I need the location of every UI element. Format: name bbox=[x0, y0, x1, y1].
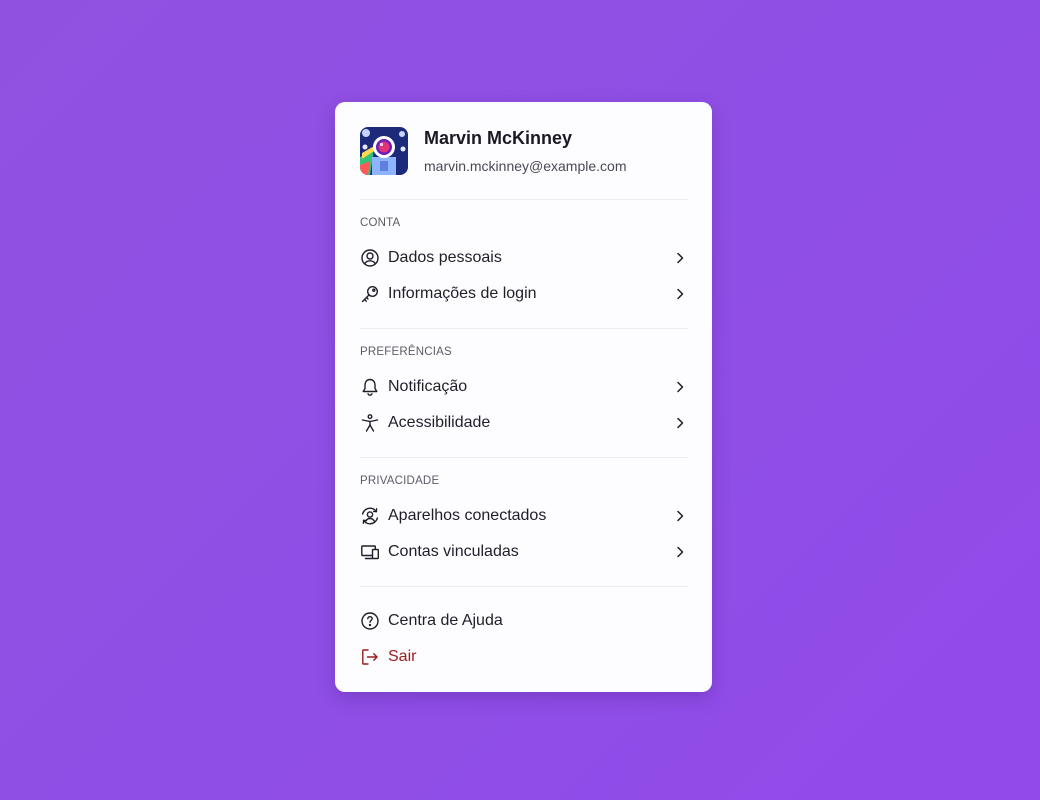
section-title-preferences: PREFERÊNCIAS bbox=[360, 346, 452, 358]
divider bbox=[360, 586, 688, 587]
menu-item-label: Centra de Ajuda bbox=[388, 612, 503, 629]
logout-icon bbox=[360, 647, 380, 667]
menu-item-notificacao[interactable]: Notificação bbox=[360, 372, 688, 402]
menu-item-label: Aparelhos conectados bbox=[388, 507, 547, 524]
chevron-right-icon bbox=[672, 544, 688, 560]
profile-name: Marvin McKinney bbox=[424, 128, 573, 148]
menu-item-acessibilidade[interactable]: Acessibilidade bbox=[360, 408, 688, 438]
menu-item-label: Sair bbox=[388, 648, 417, 665]
devices-icon bbox=[360, 542, 380, 562]
chevron-right-icon bbox=[672, 286, 688, 302]
accessibility-icon bbox=[360, 413, 380, 433]
menu-item-informacoes-de-login[interactable]: Informações de login bbox=[360, 279, 688, 309]
avatar bbox=[360, 127, 408, 175]
bell-icon bbox=[360, 377, 380, 397]
user-circle-icon bbox=[360, 248, 380, 268]
menu-item-label: Informações de login bbox=[388, 285, 537, 302]
help-circle-icon bbox=[360, 611, 380, 631]
key-icon bbox=[360, 284, 380, 304]
section-title-privacy: PRIVACIDADE bbox=[360, 475, 440, 487]
menu-item-centra-de-ajuda[interactable]: Centra de Ajuda bbox=[360, 606, 688, 636]
menu-item-label: Dados pessoais bbox=[388, 249, 502, 266]
section-title-account: CONTA bbox=[360, 217, 401, 229]
profile-email: marvin.mckinney@example.com bbox=[424, 158, 627, 174]
account-menu-card: Marvin McKinney marvin.mckinney@example.… bbox=[335, 102, 712, 692]
divider bbox=[360, 199, 688, 200]
chevron-right-icon bbox=[672, 508, 688, 524]
menu-item-aparelhos-conectados[interactable]: Aparelhos conectados bbox=[360, 501, 688, 531]
profile-header: Marvin McKinney marvin.mckinney@example.… bbox=[360, 127, 688, 175]
logout-button[interactable]: Sair bbox=[360, 642, 688, 672]
chevron-right-icon bbox=[672, 250, 688, 266]
divider bbox=[360, 457, 688, 458]
menu-item-label: Acessibilidade bbox=[388, 414, 491, 431]
divider bbox=[360, 328, 688, 329]
menu-item-dados-pessoais[interactable]: Dados pessoais bbox=[360, 243, 688, 273]
chevron-right-icon bbox=[672, 379, 688, 395]
menu-item-label: Notificação bbox=[388, 378, 468, 395]
menu-item-contas-vinculadas[interactable]: Contas vinculadas bbox=[360, 537, 688, 567]
user-sync-icon bbox=[360, 506, 380, 526]
chevron-right-icon bbox=[672, 415, 688, 431]
menu-item-label: Contas vinculadas bbox=[388, 543, 519, 560]
